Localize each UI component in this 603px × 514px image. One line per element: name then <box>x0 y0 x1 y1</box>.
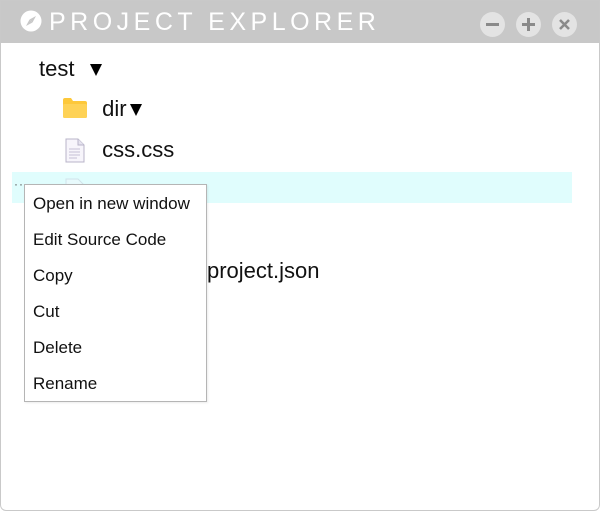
caret-down-icon[interactable] <box>129 104 142 117</box>
window-titlebar[interactable]: PROJECT EXPLORER <box>1 1 599 43</box>
maximize-button[interactable] <box>516 12 541 37</box>
tree-item-dir[interactable]: dir <box>62 96 142 122</box>
tree-item-css[interactable]: css.css <box>65 137 174 164</box>
tree-item-label: dir <box>102 96 127 121</box>
tree-root[interactable]: test <box>39 56 102 82</box>
menu-item-copy[interactable]: Copy <box>33 266 73 286</box>
menu-item-delete[interactable]: Delete <box>33 338 82 358</box>
file-icon <box>65 138 85 163</box>
tree-item-project-json[interactable]: project.json <box>207 258 320 284</box>
project-explorer-window: PROJECT EXPLORER test dir css.css ·· pro… <box>0 0 600 511</box>
menu-item-cut[interactable]: Cut <box>33 302 59 322</box>
close-button[interactable] <box>552 12 577 37</box>
caret-down-icon[interactable] <box>89 64 102 77</box>
menu-item-open-new-window[interactable]: Open in new window <box>33 194 190 214</box>
tree-connector: ·· <box>14 177 24 191</box>
folder-icon <box>62 97 88 119</box>
context-menu: Open in new window Edit Source Code Copy… <box>24 184 207 402</box>
window-title: PROJECT EXPLORER <box>49 8 381 36</box>
close-icon <box>559 19 570 30</box>
tree-root-label: test <box>39 56 75 81</box>
plus-icon <box>522 18 535 31</box>
minus-icon <box>486 23 499 26</box>
tree-item-label: css.css <box>102 137 175 162</box>
tree-item-label: project.json <box>207 258 320 283</box>
menu-item-edit-source[interactable]: Edit Source Code <box>33 230 166 250</box>
menu-item-rename[interactable]: Rename <box>33 374 97 394</box>
minimize-button[interactable] <box>480 12 505 37</box>
compass-icon <box>20 10 42 32</box>
